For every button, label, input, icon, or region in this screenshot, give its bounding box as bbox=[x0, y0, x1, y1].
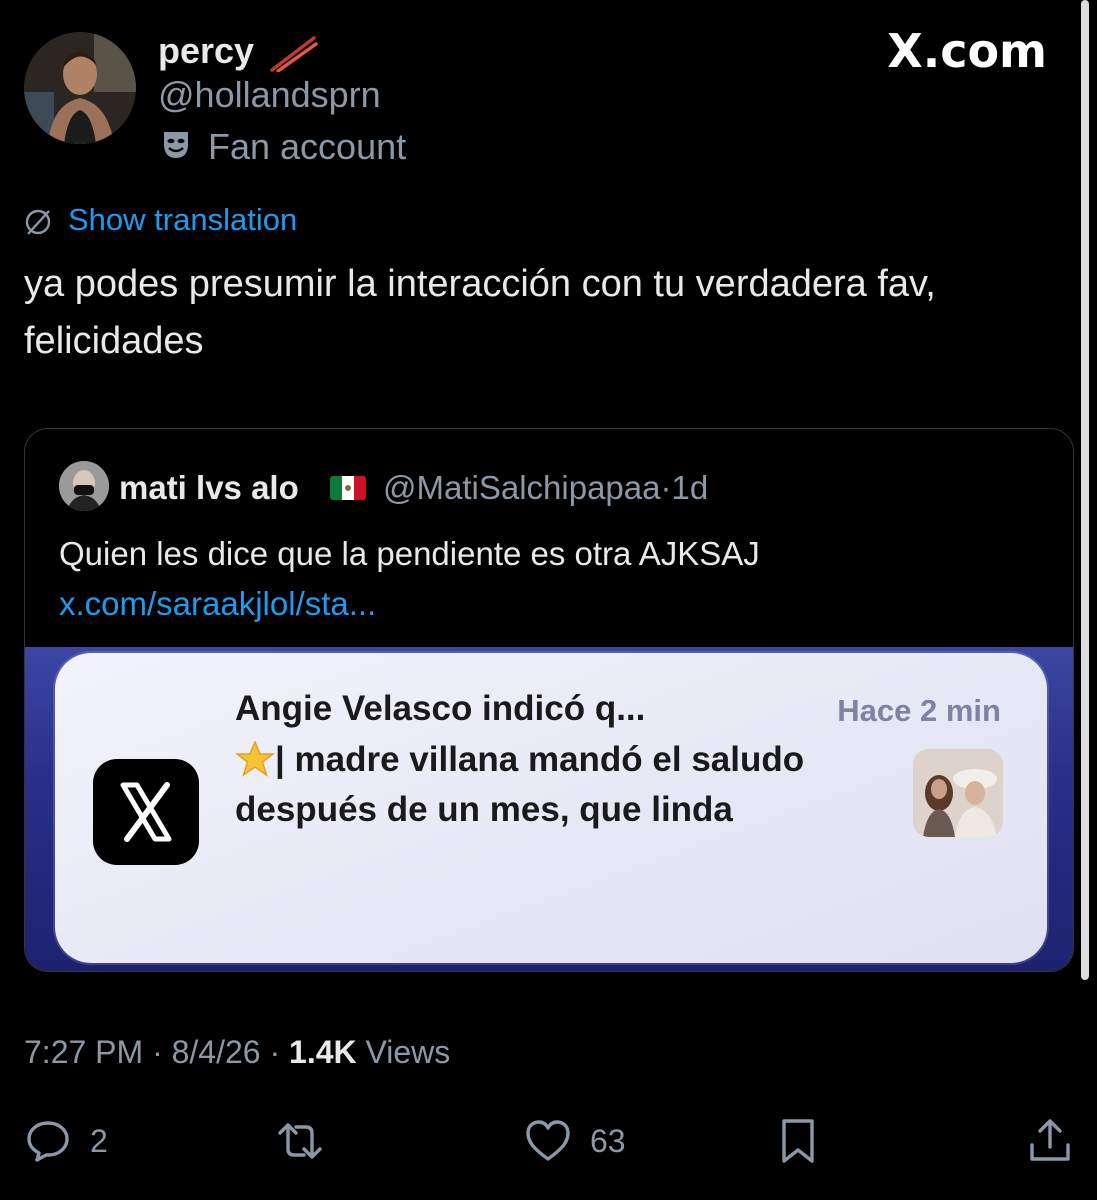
star-icon bbox=[235, 741, 275, 777]
notification-body: | madre villana mandó el saludo después … bbox=[235, 735, 895, 835]
x-app-icon bbox=[93, 759, 199, 865]
separator: · bbox=[269, 1034, 281, 1070]
notification-body-text: | madre villana mandó el saludo después … bbox=[235, 740, 805, 829]
performing-arts-mask-icon bbox=[164, 132, 188, 158]
quoted-handle[interactable]: @MatiSalchipapaa bbox=[383, 469, 661, 506]
repost-button[interactable] bbox=[276, 1116, 324, 1166]
tweet-text: ya podes presumir la interacción con tu … bbox=[24, 263, 936, 362]
mexico-flag-icon bbox=[330, 476, 366, 500]
quoted-tweet[interactable]: mati lvs alo @MatiSalchipapaa·1d Quien l… bbox=[24, 428, 1074, 972]
quoted-author-name[interactable]: mati lvs alo bbox=[119, 469, 299, 507]
quoted-text-body: Quien les dice que la pendiente es otra … bbox=[59, 535, 760, 572]
author-handle[interactable]: @hollandsprn bbox=[158, 74, 381, 116]
repost-icon bbox=[278, 1123, 322, 1159]
reply-icon bbox=[27, 1121, 69, 1162]
notification-card: Angie Velasco indicó q... Hace 2 min | m… bbox=[55, 653, 1047, 963]
notification-thumbnail bbox=[913, 749, 1003, 837]
reply-count: 2 bbox=[90, 1122, 108, 1159]
tweet-date[interactable]: 8/4/26 bbox=[172, 1034, 261, 1070]
reply-button[interactable]: 2 bbox=[24, 1116, 108, 1166]
separator: · bbox=[660, 469, 672, 506]
x-com-logo: X.com bbox=[887, 24, 1047, 78]
chopsticks-icon bbox=[270, 36, 318, 72]
quoted-link[interactable]: x.com/saraakjlol/sta... bbox=[59, 585, 376, 622]
notification-time: Hace 2 min bbox=[837, 693, 1001, 728]
share-button[interactable] bbox=[1026, 1116, 1074, 1166]
tweet-meta: 7:27 PM · 8/4/26 · 1.4K Views bbox=[24, 1034, 450, 1071]
show-translation-link[interactable]: Show translation bbox=[68, 202, 297, 238]
avatar[interactable] bbox=[24, 32, 136, 144]
scrollbar[interactable] bbox=[1081, 0, 1089, 980]
share-icon bbox=[1030, 1119, 1070, 1161]
quoted-time[interactable]: 1d bbox=[672, 469, 709, 506]
quoted-text: Quien les dice que la pendiente es otra … bbox=[59, 529, 1039, 629]
bookmark-icon bbox=[782, 1119, 814, 1163]
separator: · bbox=[152, 1034, 163, 1070]
tweet-page: percy @hollandsprn Fan account X.com Sho… bbox=[0, 0, 1097, 1200]
tweet-time[interactable]: 7:27 PM bbox=[24, 1034, 143, 1070]
quoted-avatar[interactable] bbox=[59, 461, 109, 511]
like-count: 63 bbox=[590, 1122, 626, 1159]
translate-icon[interactable] bbox=[22, 206, 54, 238]
bookmark-button[interactable] bbox=[774, 1116, 822, 1166]
author-name[interactable]: percy bbox=[158, 30, 254, 72]
views-count[interactable]: 1.4K bbox=[289, 1034, 357, 1070]
like-button[interactable]: 63 bbox=[524, 1116, 626, 1166]
fan-account-label: Fan account bbox=[208, 126, 407, 167]
notification-title: Angie Velasco indicó q... bbox=[235, 689, 646, 728]
quoted-handle-time[interactable]: @MatiSalchipapaa·1d bbox=[383, 469, 708, 507]
quoted-image[interactable]: Angie Velasco indicó q... Hace 2 min | m… bbox=[25, 647, 1073, 971]
views-label[interactable]: Views bbox=[366, 1034, 451, 1070]
heart-icon bbox=[526, 1120, 570, 1161]
